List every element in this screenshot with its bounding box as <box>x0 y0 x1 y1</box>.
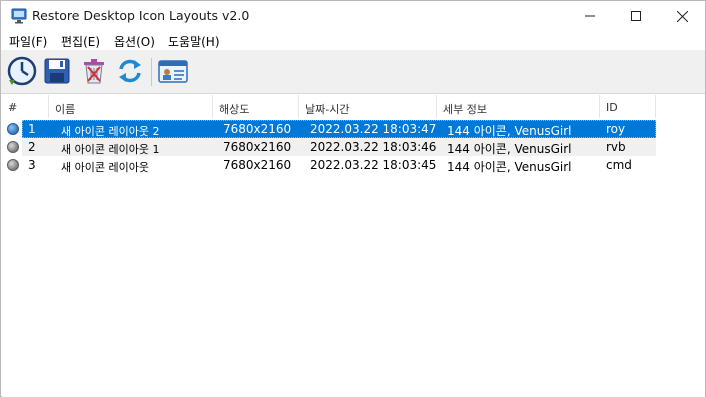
cell-name: 새 아이콘 레이아웃 1 <box>61 143 160 156</box>
cell-name: 새 아이콘 레이아웃 <box>61 161 149 174</box>
table-row[interactable]: 2 새 아이콘 레이아웃 1 7680x2160 2022.03.22 18:0… <box>2 138 705 156</box>
cell-number: 3 <box>28 158 36 172</box>
maximize-icon <box>631 11 641 21</box>
maximize-button[interactable] <box>613 1 659 31</box>
menu-file[interactable]: 파일(F) <box>9 33 47 50</box>
layout-status-icon <box>7 159 19 171</box>
cell-resolution: 7680x2160 <box>223 158 292 172</box>
cell-number: 2 <box>28 140 36 154</box>
column-header-datetime[interactable]: 날짜-시간 <box>299 95 437 118</box>
minimize-icon <box>585 15 595 17</box>
layout-list[interactable]: # 이름 해상도 날짜-시간 세부 정보 ID 1 새 아이콘 레이아웃 2 7… <box>2 95 705 397</box>
menu-bar: 파일(F) 편집(E) 옵션(O) 도움말(H) <box>1 31 705 50</box>
delete-trash-icon <box>84 59 104 84</box>
cell-details: 144 아이콘, VenusGirl <box>447 142 572 156</box>
menu-help[interactable]: 도움말(H) <box>168 33 220 50</box>
menu-edit[interactable]: 편집(E) <box>61 33 100 50</box>
cell-id: cmd <box>606 158 632 172</box>
properties-button[interactable] <box>157 55 189 87</box>
layout-status-icon <box>7 123 19 135</box>
column-header-details[interactable]: 세부 정보 <box>437 95 600 118</box>
table-row[interactable]: 1 새 아이콘 레이아웃 2 7680x2160 2022.03.22 18:0… <box>2 120 705 138</box>
column-header-number[interactable]: # <box>2 95 49 118</box>
title-bar[interactable]: Restore Desktop Icon Layouts v2.0 <box>1 1 705 31</box>
list-header: # 이름 해상도 날짜-시간 세부 정보 ID <box>2 95 705 118</box>
window-title: Restore Desktop Icon Layouts v2.0 <box>32 8 250 23</box>
app-window: Restore Desktop Icon Layouts v2.0 파일(F) … <box>0 0 706 397</box>
table-row[interactable]: 3 새 아이콘 레이아웃 7680x2160 2022.03.22 18:03:… <box>2 156 705 174</box>
menu-options[interactable]: 옵션(O) <box>114 33 155 50</box>
layout-status-icon <box>7 141 19 153</box>
cell-number: 1 <box>28 122 36 136</box>
refresh-icon <box>119 59 141 83</box>
column-header-id[interactable]: ID <box>600 95 656 118</box>
cell-name: 새 아이콘 레이아웃 2 <box>61 125 160 138</box>
monitor-icon <box>11 8 27 24</box>
cell-id: rvb <box>606 140 626 154</box>
cell-details: 144 아이콘, VenusGirl <box>447 124 572 138</box>
save-floppy-icon <box>44 58 70 84</box>
close-button[interactable] <box>659 1 705 31</box>
restore-layout-button[interactable] <box>6 55 38 87</box>
minimize-button[interactable] <box>567 1 613 31</box>
cell-details: 144 아이콘, VenusGirl <box>447 160 572 174</box>
cell-datetime: 2022.03.22 18:03:47 <box>310 122 437 136</box>
cell-datetime: 2022.03.22 18:03:45 <box>310 158 437 172</box>
column-header-resolution[interactable]: 해상도 <box>213 95 299 118</box>
save-layout-button[interactable] <box>41 55 73 87</box>
close-icon <box>676 10 688 22</box>
refresh-button[interactable] <box>114 55 146 87</box>
toolbar <box>1 50 705 94</box>
restore-clock-icon <box>7 56 37 86</box>
column-header-name[interactable]: 이름 <box>49 95 213 118</box>
id-card-icon <box>158 60 188 83</box>
delete-layout-button[interactable] <box>78 55 110 87</box>
cell-resolution: 7680x2160 <box>223 140 292 154</box>
cell-datetime: 2022.03.22 18:03:46 <box>310 140 437 154</box>
cell-resolution: 7680x2160 <box>223 122 292 136</box>
toolbar-separator <box>151 58 152 86</box>
cell-id: roy <box>606 122 626 136</box>
